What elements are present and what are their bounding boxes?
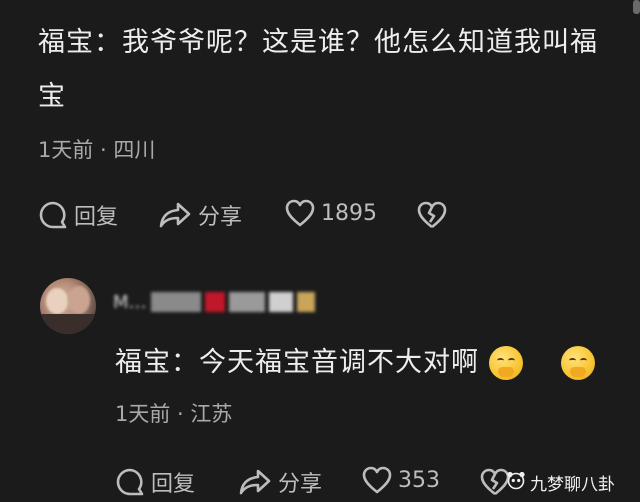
comment-bubble-icon xyxy=(115,467,145,497)
avatar[interactable] xyxy=(40,278,96,334)
hand-over-mouth-emoji-icon xyxy=(561,346,595,380)
name-redaction-block xyxy=(268,292,293,312)
name-redaction-block xyxy=(204,292,225,312)
scrollbar-edge[interactable] xyxy=(633,0,640,14)
broken-heart-icon xyxy=(417,201,447,229)
comment-2-meta: 1天前 · 江苏 xyxy=(115,402,233,426)
comment-2-share-button[interactable]: 分享 xyxy=(238,466,322,498)
comment-2-like-button[interactable]: 353 xyxy=(362,466,440,494)
comment-2-text-content: 福宝：今天福宝音调不大对啊 xyxy=(115,347,479,378)
comment-1-text-line2: 宝 xyxy=(38,81,66,112)
name-redaction-block xyxy=(150,292,201,312)
author-name-text: M… xyxy=(113,291,147,313)
comment-2-text: 福宝：今天福宝音调不大对啊 xyxy=(115,340,595,386)
comment-1-reply-button[interactable]: 回复 xyxy=(38,199,118,231)
comment-1-dislike-button[interactable] xyxy=(417,201,447,229)
share-label: 分享 xyxy=(198,205,243,230)
comment-bubble-icon xyxy=(38,200,68,230)
comment-1-text-line1: 福宝：我爷爷呢？这是谁？他怎么知道我叫福 xyxy=(38,27,598,58)
share-arrow-icon xyxy=(158,200,192,230)
comment-1-share-button[interactable]: 分享 xyxy=(158,199,242,231)
comment-1-meta: 1天前 · 四川 xyxy=(38,138,156,162)
reply-label: 回复 xyxy=(74,205,119,230)
panda-logo-icon xyxy=(506,470,526,495)
share-arrow-icon xyxy=(238,467,272,497)
comment-2-reply-button[interactable]: 回复 xyxy=(115,466,195,498)
share-label: 分享 xyxy=(278,472,323,497)
comment-1-like-button[interactable]: 1895 xyxy=(285,199,377,227)
name-redaction-block xyxy=(296,292,315,312)
heart-icon xyxy=(362,466,392,494)
like-count: 1895 xyxy=(321,200,377,226)
reply-label: 回复 xyxy=(151,472,196,497)
watermark-text: 九梦聊八卦 xyxy=(530,475,615,495)
heart-icon xyxy=(285,199,315,227)
hand-over-mouth-emoji-icon xyxy=(489,346,523,380)
like-count: 353 xyxy=(398,467,440,493)
watermark: 九梦聊八卦 xyxy=(506,470,615,495)
author-name[interactable]: M… xyxy=(113,290,315,314)
name-redaction-block xyxy=(228,292,265,312)
